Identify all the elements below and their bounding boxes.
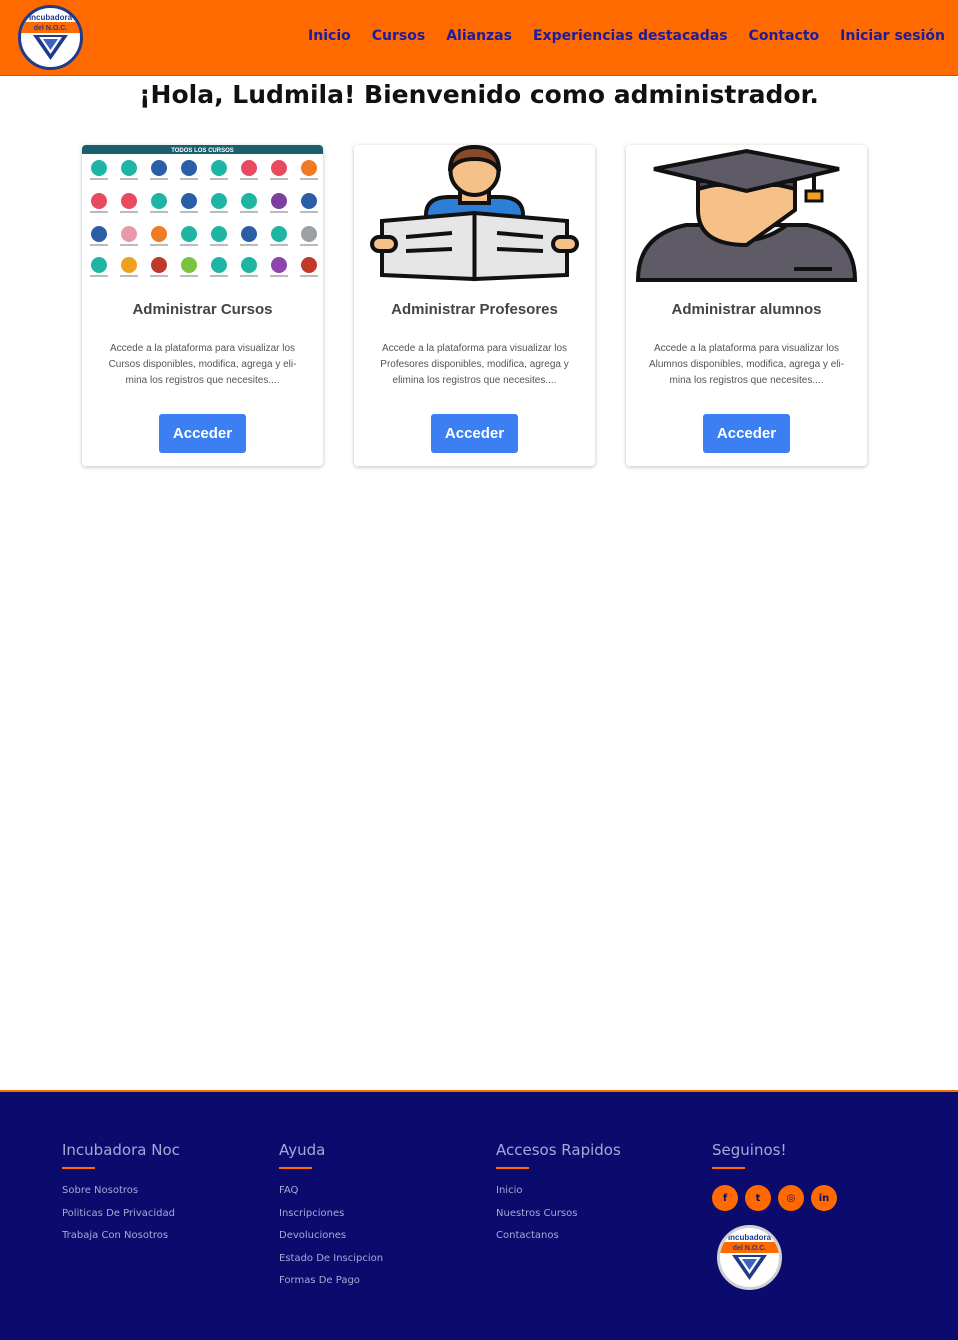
- twitter-icon[interactable]: t: [745, 1185, 771, 1211]
- footer-link-estado-de-inscipcion[interactable]: Estado De Inscipcion: [279, 1253, 383, 1276]
- linkedin-icon[interactable]: in: [811, 1185, 837, 1211]
- nav-experiencias-destacadas[interactable]: Experiencias destacadas: [533, 28, 728, 44]
- card-administrar-alumnos: Administrar alumnos Accede a la platafor…: [626, 145, 867, 466]
- svg-text:Incubadora: Incubadora: [728, 1233, 772, 1242]
- footer-heading: Seguinos!: [712, 1141, 787, 1159]
- footer-column-accesos-rapidos: Accesos Rapidos Inicio Nuestros Cursos C…: [496, 1141, 621, 1253]
- top-navbar: Incubadora del N.O.C. Inicio Cursos Alia…: [0, 0, 958, 76]
- site-logo[interactable]: Incubadora del N.O.C.: [18, 5, 83, 70]
- footer-heading-underline: [712, 1167, 745, 1169]
- footer-heading: Accesos Rapidos: [496, 1141, 621, 1159]
- card-description: Accede a la plataforma para visualizar l…: [380, 343, 569, 386]
- nav-inicio[interactable]: Inicio: [308, 28, 351, 44]
- footer-heading-underline: [279, 1167, 312, 1169]
- footer-link-nuestros-cursos[interactable]: Nuestros Cursos: [496, 1208, 621, 1231]
- card-administrar-profesores: Administrar Profesores Accede a la plata…: [354, 145, 595, 466]
- nav-alianzas[interactable]: Alianzas: [446, 28, 512, 44]
- card-title: Administrar Cursos: [132, 301, 273, 318]
- footer-heading: Ayuda: [279, 1141, 326, 1159]
- footer-logo: Incubadora del N.O.C.: [717, 1225, 782, 1290]
- nav-cursos[interactable]: Cursos: [372, 28, 425, 44]
- logo-graphic: Incubadora del N.O.C.: [720, 1233, 779, 1280]
- footer-link-inicio[interactable]: Inicio: [496, 1185, 621, 1208]
- instagram-icon[interactable]: ◎: [778, 1185, 804, 1211]
- card-administrar-cursos: TODOS LOS CURSOS Administrar Cursos Acce…: [82, 145, 323, 466]
- acceder-profesores-button[interactable]: Acceder: [431, 414, 518, 453]
- main-nav: Inicio Cursos Alianzas Experiencias dest…: [308, 28, 945, 44]
- footer-link-trabaja-con-nosotros[interactable]: Trabaja Con Nosotros: [62, 1230, 180, 1253]
- footer-heading-underline: [62, 1167, 95, 1169]
- courses-grid-image: TODOS LOS CURSOS: [82, 145, 323, 285]
- acceder-cursos-button[interactable]: Acceder: [159, 414, 246, 453]
- footer-column-ayuda: Ayuda FAQ Inscripciones Devoluciones Est…: [279, 1141, 383, 1298]
- facebook-icon[interactable]: f: [712, 1185, 738, 1211]
- page-title: ¡Hola, Ludmila! Bienvenido como administ…: [139, 80, 819, 109]
- footer-link-devoluciones[interactable]: Devoluciones: [279, 1230, 383, 1253]
- acceder-alumnos-button[interactable]: Acceder: [703, 414, 790, 453]
- footer-link-sobre-nosotros[interactable]: Sobre Nosotros: [62, 1185, 180, 1208]
- graduate-icon: [635, 148, 858, 282]
- footer-column-incubadora: Incubadora Noc Sobre Nosotros Politicas …: [62, 1141, 180, 1253]
- svg-text:del N.O.C.: del N.O.C.: [34, 25, 68, 32]
- footer-link-faq[interactable]: FAQ: [279, 1185, 383, 1208]
- footer-heading-underline: [496, 1167, 529, 1169]
- card-title: Administrar alumnos: [671, 301, 822, 318]
- footer-link-inscripciones[interactable]: Inscripciones: [279, 1208, 383, 1231]
- nav-iniciar-sesion[interactable]: Iniciar sesión: [840, 28, 945, 44]
- social-links: f t ◎ in: [712, 1185, 837, 1211]
- svg-text:Incubadora: Incubadora: [29, 13, 73, 22]
- footer-column-seguinos: Seguinos! f t ◎ in: [712, 1141, 837, 1211]
- site-footer: Incubadora Noc Sobre Nosotros Politicas …: [0, 1090, 958, 1340]
- footer-heading: Incubadora Noc: [62, 1141, 180, 1159]
- svg-text:del N.O.C.: del N.O.C.: [733, 1245, 767, 1252]
- footer-link-contactanos[interactable]: Contactanos: [496, 1230, 621, 1253]
- nav-contacto[interactable]: Contacto: [749, 28, 820, 44]
- footer-link-politicas-de-privacidad[interactable]: Politicas De Privacidad: [62, 1208, 180, 1231]
- reading-person-icon: [370, 145, 579, 282]
- card-description: Accede a la plataforma para visualizar l…: [648, 343, 845, 386]
- footer-link-formas-de-pago[interactable]: Formas De Pago: [279, 1275, 383, 1298]
- logo-graphic: Incubadora del N.O.C.: [21, 13, 80, 60]
- card-description: Accede a la plataforma para visualizar l…: [108, 343, 297, 386]
- card-title: Administrar Profesores: [391, 301, 558, 318]
- svg-text:TODOS LOS CURSOS: TODOS LOS CURSOS: [171, 148, 234, 154]
